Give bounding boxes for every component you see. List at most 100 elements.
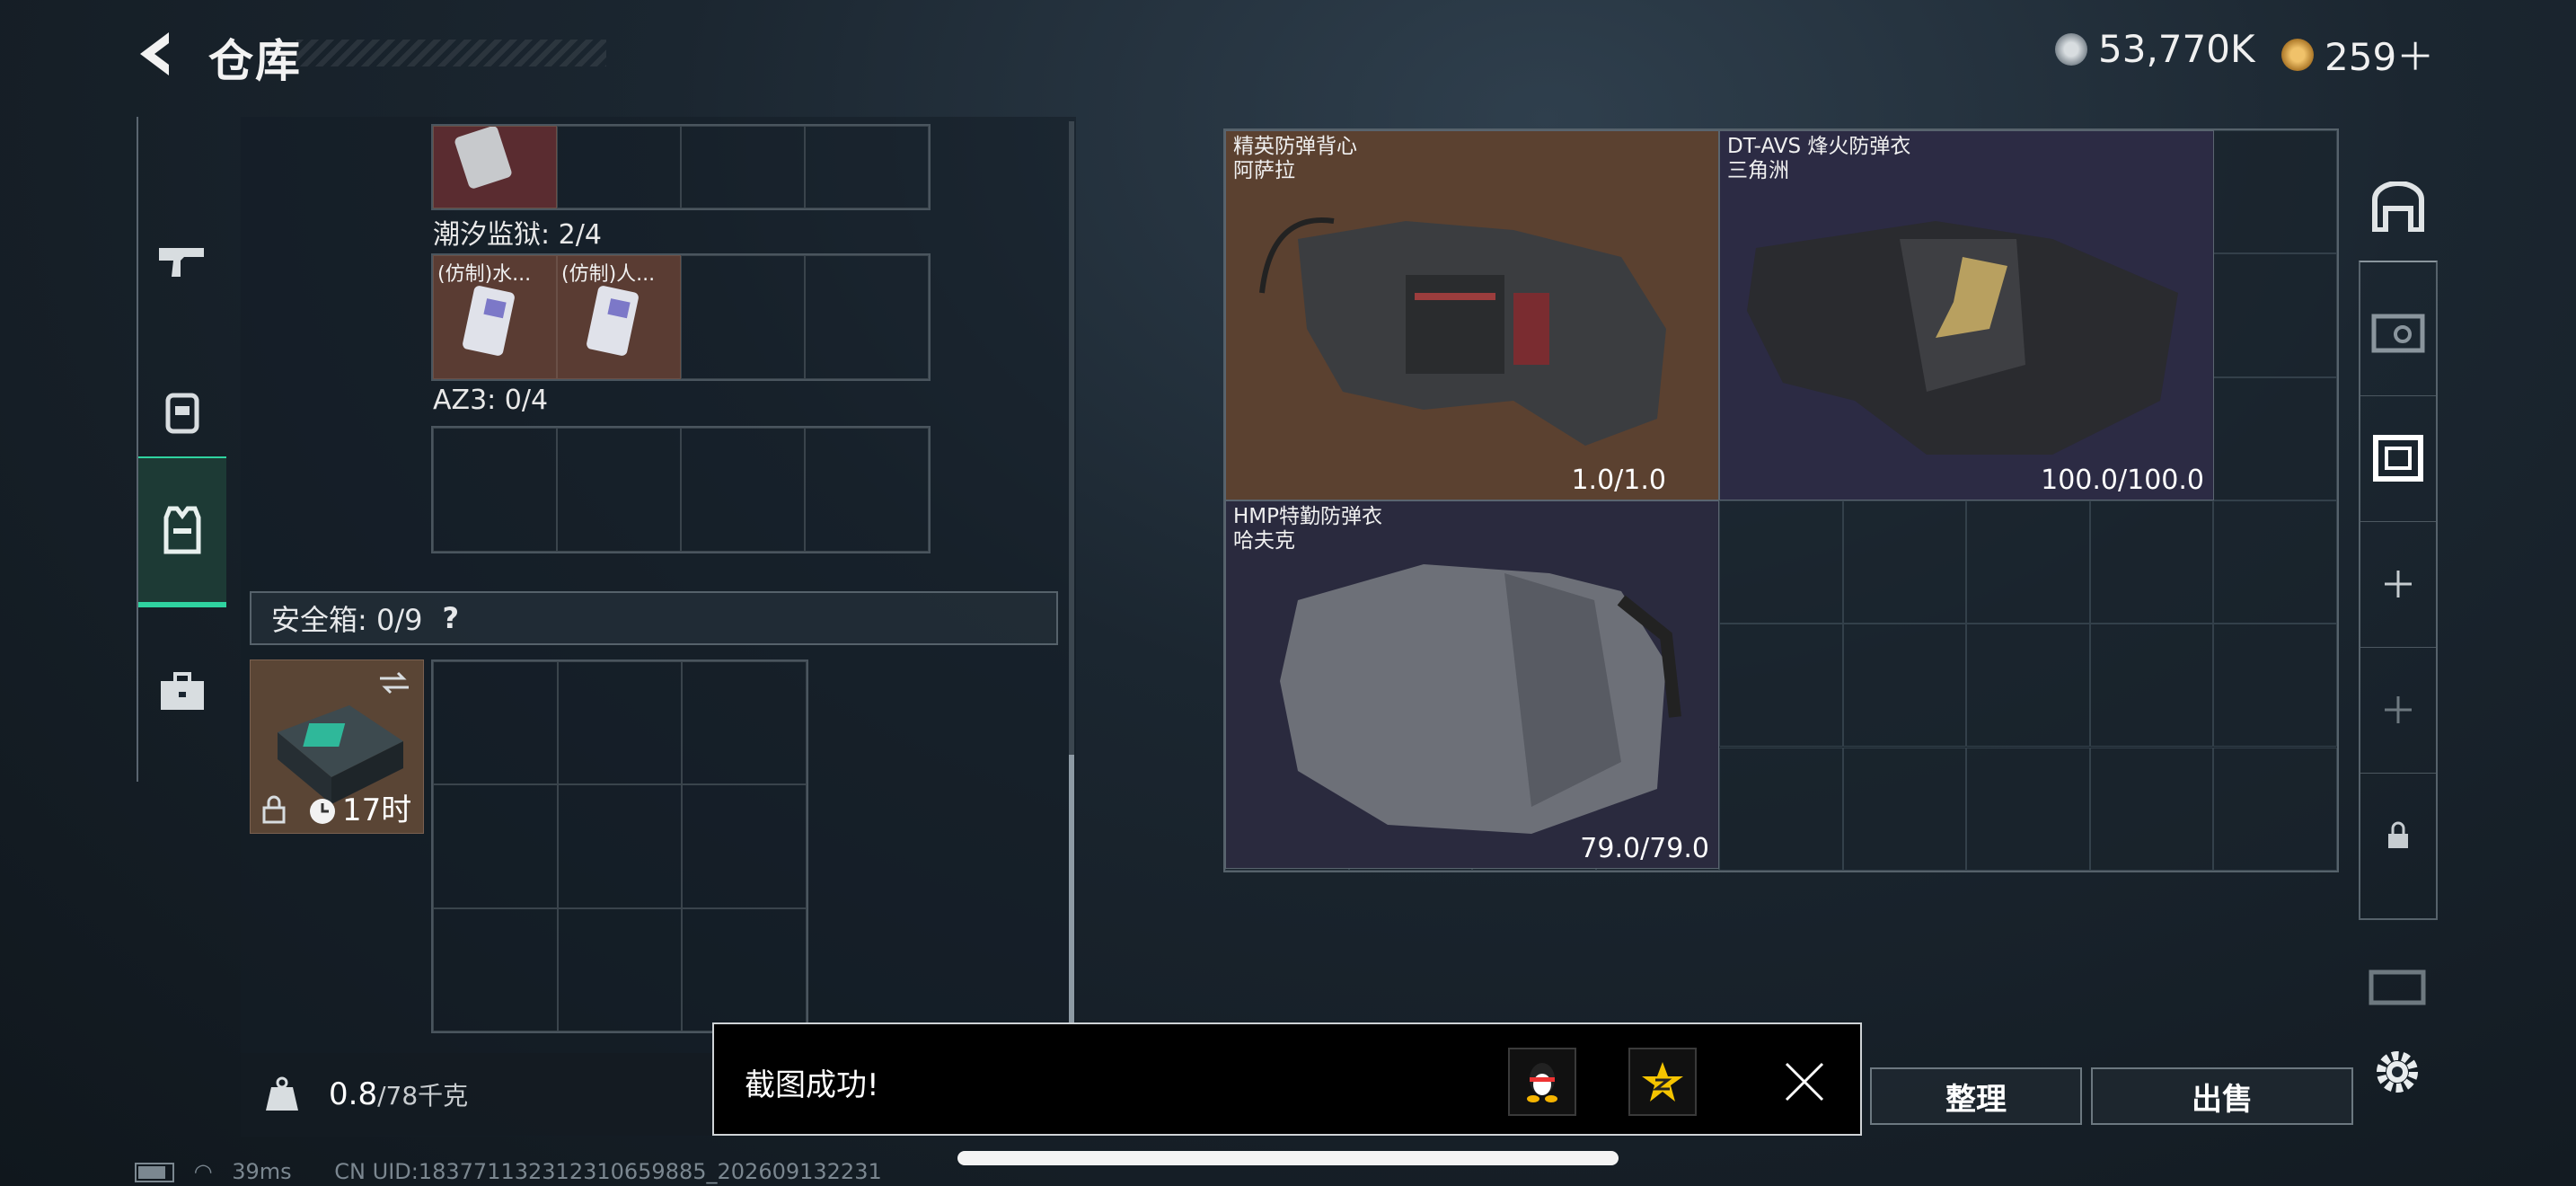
storage-slot[interactable] [2213,500,2337,624]
keycard-icon [587,286,639,356]
safe-box-timer: 17时 [342,792,412,828]
item-durability: 79.0/79.0 [1580,833,1709,864]
swap-icon[interactable] [376,669,412,696]
inventory-item[interactable]: (仿制)人... [557,255,681,379]
inventory-slot[interactable] [557,126,681,208]
safe-slot[interactable] [682,907,807,1031]
item-card-asara-vest[interactable]: 精英防弹背心 阿萨拉 1.0/1.0 [1225,130,1719,500]
crate-icon[interactable] [2368,967,2427,1008]
storage-slot[interactable] [1842,500,1966,624]
inventory-slot[interactable] [805,428,929,552]
home-indicator[interactable] [957,1151,1619,1165]
container-label: 潮汐监狱: 2/4 [433,219,602,251]
safe-slot[interactable] [433,907,558,1031]
nav-armor[interactable] [138,456,226,607]
storage-slot[interactable] [1966,500,2090,624]
storage-slot[interactable] [2213,376,2337,500]
back-button[interactable] [133,27,187,81]
warehouse-icon [2372,181,2424,232]
storage-slot[interactable] [1966,624,2090,748]
storage-slot[interactable] [1719,747,1843,871]
weight-unit: /78千克 [377,1081,469,1111]
storage-slot[interactable] [1719,624,1843,748]
nav-weapons[interactable] [138,189,226,332]
item-durability: 1.0/1.0 [1571,465,1666,496]
armor-vest-icon [1747,221,2178,455]
safe-slot[interactable] [433,784,558,908]
storage-slot[interactable] [1719,500,1843,624]
currency-coins[interactable]: 53,770K [2055,27,2255,71]
inventory-slot[interactable] [681,428,805,552]
armor-tab-icon [2373,435,2423,482]
tab-storage-1[interactable] [2360,270,2436,396]
storage-slot[interactable] [2213,130,2337,254]
storage-slot[interactable] [2089,624,2213,748]
gun-icon [159,248,204,277]
item-card-dt-avs[interactable]: DT-AVS 烽火防弹衣 三角洲 100.0/100.0 [1719,130,2214,500]
storage-slot[interactable] [1842,624,1966,748]
inventory-slot[interactable] [681,126,805,208]
safe-slot[interactable] [557,784,683,908]
help-button[interactable]: ? [442,601,459,635]
sort-button[interactable]: 整理 [1870,1067,2082,1125]
close-icon[interactable] [1783,1060,1826,1103]
item-faction: 阿萨拉 [1233,159,1295,182]
uid-text: CN UID:18377113231231065988​5_20260913​2… [334,1159,882,1184]
tab-storage-2-active[interactable] [2360,395,2436,522]
toast-message: 截图成功! [745,1067,879,1103]
item-card-hmp-vest[interactable]: HMP特勤防弹衣 哈夫克 79.0/79.0 [1225,500,1719,869]
vehicle-icon [2371,314,2425,353]
safe-slot[interactable] [557,661,683,785]
safe-slot[interactable] [433,661,558,785]
vest-icon [163,506,201,554]
page-title: 仓库 [208,35,302,87]
storage-slot[interactable] [1842,747,1966,871]
storage-panel: 精英防弹背心 阿萨拉 1.0/1.0 DT-AVS 烽火防弹衣 三角洲 100.0/… [1223,128,2339,872]
tab-locked[interactable] [2360,773,2436,898]
safe-box-grid [431,659,808,1033]
storage-slot[interactable] [2213,624,2337,748]
sell-button[interactable]: 出售 [2091,1067,2353,1125]
inventory-slot[interactable] [805,255,929,379]
storage-slot[interactable] [2213,747,2337,871]
safe-slot[interactable] [682,661,807,785]
storage-slot[interactable] [2089,500,2213,624]
safe-slot[interactable] [557,907,683,1031]
weight-icon [266,1076,298,1111]
safe-slot[interactable] [682,784,807,908]
tab-add-1[interactable] [2360,521,2436,648]
lock-icon [262,795,286,824]
safe-box-label: 安全箱: 0/9 [271,603,423,637]
battery-icon [135,1163,174,1182]
storage-slot[interactable] [1966,747,2090,871]
coins-value: 53,770K [2098,27,2255,71]
plus-icon [2385,696,2412,723]
inventory-slot[interactable] [433,126,557,208]
container-grid-top [431,124,931,210]
inventory-slot[interactable] [805,126,929,208]
lock-icon [2388,821,2408,848]
safe-box-item[interactable]: 17时 [250,659,424,834]
inventory-slot[interactable] [557,428,681,552]
storage-slot[interactable] [2213,253,2337,377]
inventory-item[interactable]: (仿制)水... [433,255,557,379]
item-name: DT-AVS 烽火防弹衣 [1727,135,1911,158]
helmet-icon [165,393,199,434]
share-qq-button[interactable] [1508,1048,1576,1116]
tab-add-2[interactable] [2360,647,2436,774]
share-qzone-button[interactable] [1628,1048,1697,1116]
silver-coin-icon [2055,32,2087,66]
tab-storage-home[interactable] [2360,144,2436,270]
armor-vest-icon [1280,564,1681,834]
inventory-slot[interactable] [681,255,805,379]
container-grid-tidal: (仿制)水... (仿制)人... [431,253,931,381]
inventory-slot[interactable] [433,428,557,552]
item-name: HMP特勤防弹衣 [1233,505,1383,528]
nav-items[interactable] [138,620,226,764]
gear-icon[interactable] [2371,1046,2423,1098]
currency-premium[interactable]: 259＋ [2281,27,2434,82]
storage-slot[interactable] [2089,747,2213,871]
safe-box-header: 安全箱: 0/9 ? [250,591,1058,645]
scrollbar-thumb[interactable] [1069,755,1074,1024]
qq-penguin-icon [1527,1063,1557,1102]
